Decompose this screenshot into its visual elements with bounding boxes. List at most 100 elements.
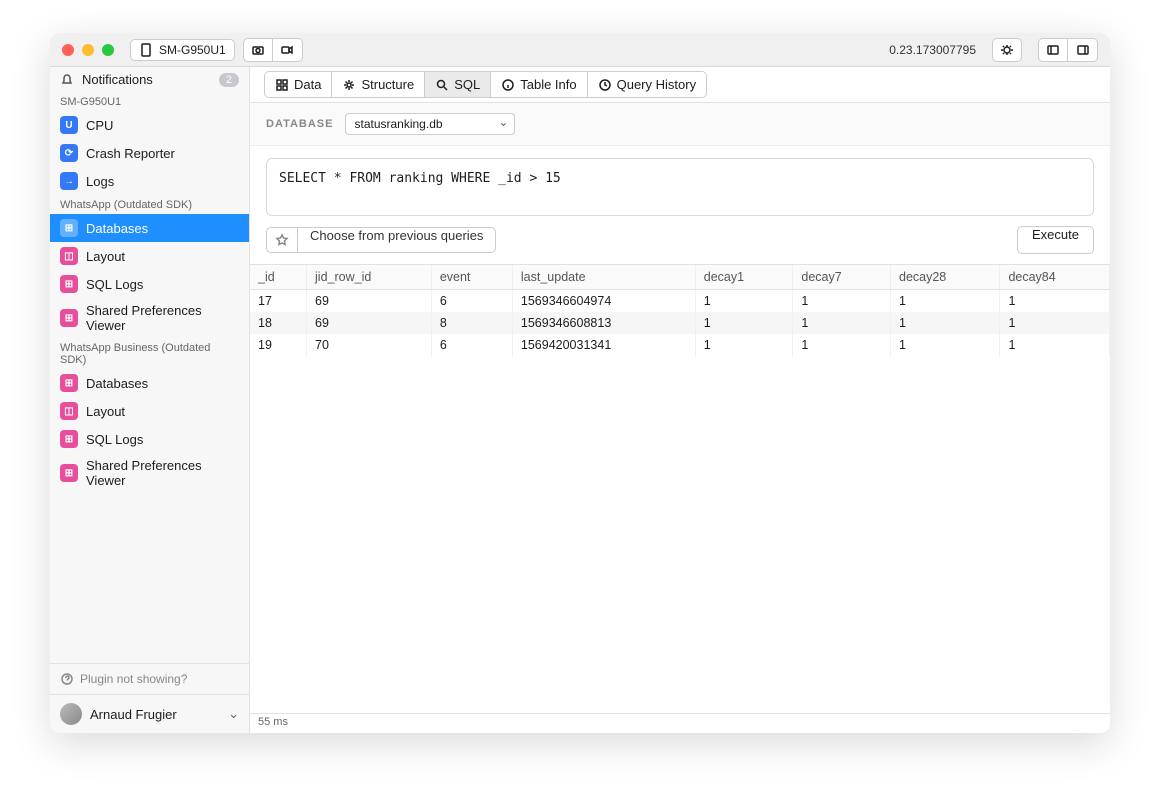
table-cell: 1 xyxy=(695,312,793,334)
sidebar-item-cpu[interactable]: U CPU xyxy=(50,111,249,139)
sidebar-item-label: SQL Logs xyxy=(86,277,143,292)
status-bar: 55 ms xyxy=(250,713,1110,733)
table-row[interactable]: 1769615693466049741111 xyxy=(250,290,1110,313)
sidebar-left-button[interactable] xyxy=(1038,38,1068,62)
sidebar-item-label: CPU xyxy=(86,118,113,133)
sidebar-group-label: WhatsApp (Outdated SDK) xyxy=(50,195,249,214)
column-header[interactable]: decay1 xyxy=(695,265,793,290)
camera-button[interactable] xyxy=(243,38,273,62)
camera-icon xyxy=(251,43,265,57)
sidebar-item-databases[interactable]: ⊞Databases xyxy=(50,214,249,242)
table-cell: 70 xyxy=(307,334,432,356)
layout-icon: ◫ xyxy=(60,402,78,420)
video-button[interactable] xyxy=(273,38,303,62)
sidebar-item-layout[interactable]: ◫ Layout xyxy=(50,397,249,425)
version-label: 0.23.173007795 xyxy=(889,43,976,57)
database-row: DATABASE statusranking.db xyxy=(250,103,1110,146)
sidebar-item-logs[interactable]: → Logs xyxy=(50,167,249,195)
sidebar-item-sql-logs[interactable]: ⊞SQL Logs xyxy=(50,425,249,453)
crash-reporter-icon: ⟳ xyxy=(60,144,78,162)
table-cell: 1 xyxy=(793,312,891,334)
sidebar: Notifications 2 SM-G950U1 U CPU ⟳ Crash Repo… xyxy=(50,67,250,733)
tab-query-history[interactable]: Query History xyxy=(588,72,706,97)
sidebar-item-label: Logs xyxy=(86,174,114,189)
sql-logs-icon: ⊞ xyxy=(60,430,78,448)
table-cell: 1 xyxy=(793,334,891,356)
table-cell: 1 xyxy=(891,290,1000,313)
sidebar-right-button[interactable] xyxy=(1068,38,1098,62)
table-cell: 69 xyxy=(307,312,432,334)
layout-icon: ◫ xyxy=(60,247,78,265)
favorite-button[interactable] xyxy=(266,227,298,253)
video-icon xyxy=(280,43,294,57)
sidebar-item-label: Crash Reporter xyxy=(86,146,175,161)
column-header[interactable]: decay84 xyxy=(1000,265,1110,290)
table-cell: 18 xyxy=(250,312,307,334)
tab-data[interactable]: Data xyxy=(265,72,332,97)
database-label: DATABASE xyxy=(266,118,333,130)
shared-preferences-viewer-icon: ⊞ xyxy=(60,464,78,482)
sidebar-left-icon xyxy=(1046,43,1060,57)
table-cell: 1569346608813 xyxy=(512,312,695,334)
user-menu[interactable]: Arnaud Frugier ⌄ xyxy=(50,694,249,733)
sidebar-item-shared-preferences-viewer[interactable]: ⊞Shared Preferences Viewer xyxy=(50,453,249,493)
table-cell: 1569346604974 xyxy=(512,290,695,313)
sidebar-item-sql-logs[interactable]: ⊞ SQL Logs xyxy=(50,270,249,298)
column-header[interactable]: decay28 xyxy=(891,265,1000,290)
device-name: SM-G950U1 xyxy=(159,43,226,57)
help-label: Plugin not showing? xyxy=(80,672,187,686)
table-cell: 1 xyxy=(1000,334,1110,356)
plugin-help[interactable]: Plugin not showing? xyxy=(50,664,249,694)
sidebar-item-label: Layout xyxy=(86,404,125,419)
table-cell: 1 xyxy=(695,290,793,313)
bug-icon xyxy=(1000,43,1014,57)
database-select[interactable]: statusranking.db xyxy=(345,113,515,135)
column-header[interactable]: last_update xyxy=(512,265,695,290)
previous-queries-button[interactable]: Choose from previous queries xyxy=(298,227,496,253)
tab-structure[interactable]: Structure xyxy=(332,72,425,97)
table-cell: 1 xyxy=(793,290,891,313)
table-cell: 17 xyxy=(250,290,307,313)
logs-icon: → xyxy=(60,172,78,190)
execute-button[interactable]: Execute xyxy=(1017,226,1094,254)
sidebar-item-crash-reporter[interactable]: ⟳ Crash Reporter xyxy=(50,139,249,167)
avatar xyxy=(60,703,82,725)
sidebar-item-databases[interactable]: ⊞Databases xyxy=(50,369,249,397)
column-header[interactable]: decay7 xyxy=(793,265,891,290)
device-selector[interactable]: SM-G950U1 xyxy=(130,39,235,61)
close-icon[interactable] xyxy=(62,44,74,56)
table-cell: 19 xyxy=(250,334,307,356)
sql-input[interactable]: SELECT * FROM ranking WHERE _id > 15 xyxy=(266,158,1094,216)
minimize-icon[interactable] xyxy=(82,44,94,56)
column-header[interactable]: jid_row_id xyxy=(307,265,432,290)
titlebar: SM-G950U1 0.23.173007795 xyxy=(50,33,1110,67)
sidebar-notifications[interactable]: Notifications 2 xyxy=(50,67,249,92)
bug-button[interactable] xyxy=(992,38,1022,62)
sidebar-group-label: SM-G950U1 xyxy=(50,92,249,111)
table-row[interactable]: 1970615694200313411111 xyxy=(250,334,1110,356)
gear-icon xyxy=(342,78,356,92)
user-name: Arnaud Frugier xyxy=(90,707,177,722)
table-cell: 6 xyxy=(431,290,512,313)
column-header[interactable]: _id xyxy=(250,265,307,290)
column-header[interactable]: event xyxy=(431,265,512,290)
chevron-down-icon: ⌄ xyxy=(228,706,239,722)
help-icon xyxy=(60,672,74,686)
clock-icon xyxy=(598,78,612,92)
sql-logs-icon: ⊞ xyxy=(60,275,78,293)
tab-table-info[interactable]: Table Info xyxy=(491,72,587,97)
window-controls xyxy=(62,44,114,56)
sidebar-item-label: Shared Preferences Viewer xyxy=(86,303,239,333)
table-row[interactable]: 1869815693466088131111 xyxy=(250,312,1110,334)
sidebar-item-shared-preferences-viewer[interactable]: ⊞Shared Preferences Viewer xyxy=(50,298,249,338)
sidebar-item-layout[interactable]: ◫Layout xyxy=(50,242,249,270)
table-cell: 1 xyxy=(1000,312,1110,334)
table-cell: 1569420031341 xyxy=(512,334,695,356)
cpu-icon: U xyxy=(60,116,78,134)
table-cell: 1 xyxy=(891,312,1000,334)
sidebar-item-label: Databases xyxy=(86,221,148,236)
results-table: _idjid_row_ideventlast_updatedecay1decay… xyxy=(250,264,1110,713)
tab-sql[interactable]: SQL xyxy=(425,72,491,97)
maximize-icon[interactable] xyxy=(102,44,114,56)
table-cell: 1 xyxy=(891,334,1000,356)
